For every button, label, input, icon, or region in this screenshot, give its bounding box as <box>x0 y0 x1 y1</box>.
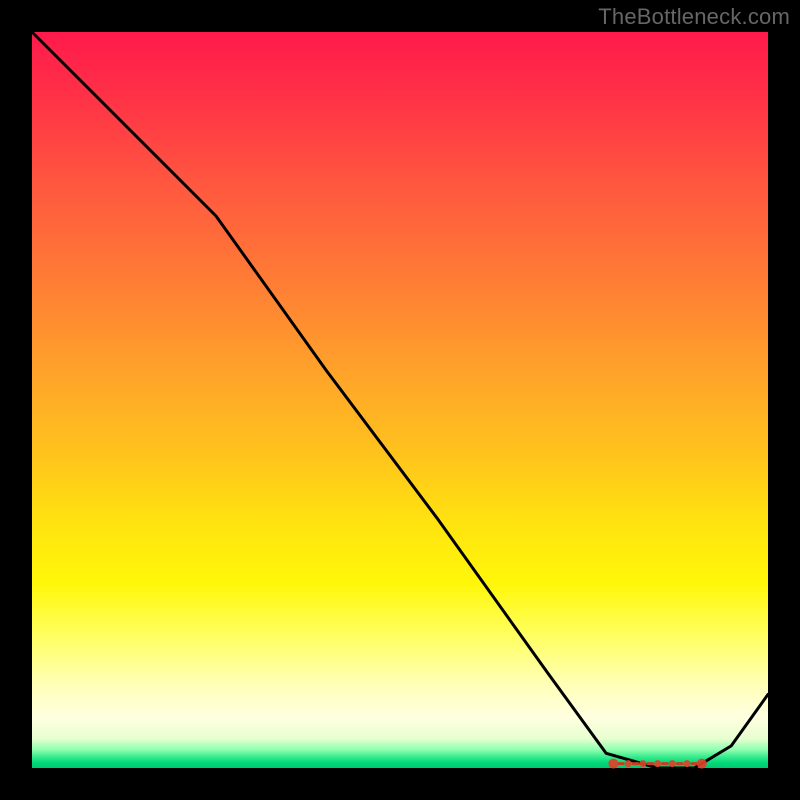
chart-frame: TheBottleneck.com <box>0 0 800 800</box>
bottleneck-curve <box>32 32 768 768</box>
marker-dot <box>684 760 691 767</box>
marker-dot <box>608 759 618 769</box>
marker-dot <box>669 760 676 767</box>
chart-curve-layer <box>32 32 768 768</box>
chart-plot-area <box>32 32 768 768</box>
watermark-text: TheBottleneck.com <box>598 4 790 30</box>
